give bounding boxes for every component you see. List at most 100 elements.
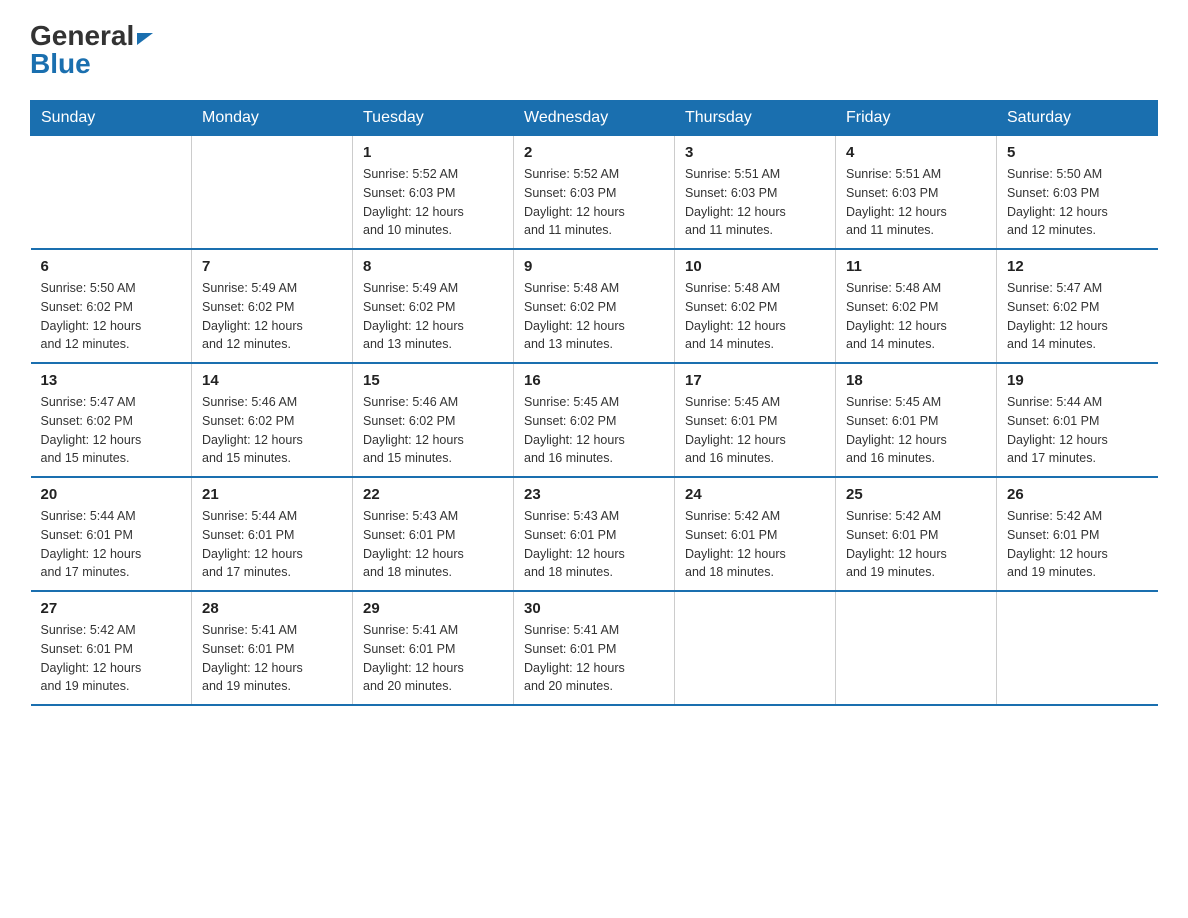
header-cell-friday: Friday bbox=[836, 101, 997, 136]
day-number: 22 bbox=[363, 486, 503, 503]
day-cell: 14Sunrise: 5:46 AM Sunset: 6:02 PM Dayli… bbox=[192, 363, 353, 477]
day-number: 24 bbox=[685, 486, 825, 503]
week-row-1: 1 Sunrise: 5:52 AM Sunset: 6:03 PM Daylig… bbox=[31, 136, 1158, 250]
calendar-table: SundayMondayTuesdayWednesdayThursdayFrid… bbox=[30, 100, 1158, 706]
day-cell: 4 Sunrise: 5:51 AM Sunset: 6:03 PM Daylig… bbox=[836, 136, 997, 250]
day-cell: 9 Sunrise: 5:48 AM Sunset: 6:02 PM Daylig… bbox=[514, 249, 675, 363]
day-number: 11 bbox=[846, 258, 986, 275]
day-cell: 18Sunrise: 5:45 AM Sunset: 6:01 PM Dayli… bbox=[836, 363, 997, 477]
day-number: 19 bbox=[1007, 372, 1148, 389]
day-number: 20 bbox=[41, 486, 182, 503]
day-cell bbox=[997, 591, 1158, 705]
day-info: Sunrise: 5:47 AM Sunset: 6:02 PM Dayligh… bbox=[41, 393, 182, 468]
day-cell: 3 Sunrise: 5:51 AM Sunset: 6:03 PM Daylig… bbox=[675, 136, 836, 250]
day-cell bbox=[836, 591, 997, 705]
day-info: Sunrise: 5:52 AM Sunset: 6:03 PM Dayligh… bbox=[524, 165, 664, 240]
day-number: 30 bbox=[524, 600, 664, 617]
day-cell: 26 Sunrise: 5:42 AM Sunset: 6:01 PM Dayli… bbox=[997, 477, 1158, 591]
day-number: 13 bbox=[41, 372, 182, 389]
day-cell: 28 Sunrise: 5:41 AM Sunset: 6:01 PM Dayli… bbox=[192, 591, 353, 705]
day-number: 1 bbox=[363, 144, 503, 161]
day-cell: 20 Sunrise: 5:44 AM Sunset: 6:01 PM Dayli… bbox=[31, 477, 192, 591]
day-info: Sunrise: 5:48 AM Sunset: 6:02 PM Dayligh… bbox=[685, 279, 825, 354]
day-info: Sunrise: 5:45 AM Sunset: 6:02 PM Dayligh… bbox=[524, 393, 664, 468]
calendar-header-row: SundayMondayTuesdayWednesdayThursdayFrid… bbox=[31, 101, 1158, 136]
day-number: 18 bbox=[846, 372, 986, 389]
logo: General Blue bbox=[30, 20, 153, 80]
week-row-2: 6 Sunrise: 5:50 AM Sunset: 6:02 PM Daylig… bbox=[31, 249, 1158, 363]
day-info: Sunrise: 5:51 AM Sunset: 6:03 PM Dayligh… bbox=[846, 165, 986, 240]
day-cell: 27Sunrise: 5:42 AM Sunset: 6:01 PM Dayli… bbox=[31, 591, 192, 705]
day-info: Sunrise: 5:43 AM Sunset: 6:01 PM Dayligh… bbox=[363, 507, 503, 582]
day-number: 6 bbox=[41, 258, 182, 275]
day-info: Sunrise: 5:42 AM Sunset: 6:01 PM Dayligh… bbox=[846, 507, 986, 582]
day-info: Sunrise: 5:50 AM Sunset: 6:03 PM Dayligh… bbox=[1007, 165, 1148, 240]
day-info: Sunrise: 5:42 AM Sunset: 6:01 PM Dayligh… bbox=[1007, 507, 1148, 582]
day-cell: 11 Sunrise: 5:48 AM Sunset: 6:02 PM Dayli… bbox=[836, 249, 997, 363]
day-cell: 10 Sunrise: 5:48 AM Sunset: 6:02 PM Dayli… bbox=[675, 249, 836, 363]
day-cell: 13 Sunrise: 5:47 AM Sunset: 6:02 PM Dayli… bbox=[31, 363, 192, 477]
day-number: 4 bbox=[846, 144, 986, 161]
day-cell: 23 Sunrise: 5:43 AM Sunset: 6:01 PM Dayli… bbox=[514, 477, 675, 591]
week-row-4: 20 Sunrise: 5:44 AM Sunset: 6:01 PM Dayli… bbox=[31, 477, 1158, 591]
day-number: 3 bbox=[685, 144, 825, 161]
day-cell: 17 Sunrise: 5:45 AM Sunset: 6:01 PM Dayli… bbox=[675, 363, 836, 477]
day-cell: 25 Sunrise: 5:42 AM Sunset: 6:01 PM Dayli… bbox=[836, 477, 997, 591]
day-info: Sunrise: 5:41 AM Sunset: 6:01 PM Dayligh… bbox=[363, 621, 503, 696]
day-number: 25 bbox=[846, 486, 986, 503]
day-number: 17 bbox=[685, 372, 825, 389]
day-info: Sunrise: 5:49 AM Sunset: 6:02 PM Dayligh… bbox=[202, 279, 342, 354]
day-number: 26 bbox=[1007, 486, 1148, 503]
day-cell: 22 Sunrise: 5:43 AM Sunset: 6:01 PM Dayli… bbox=[353, 477, 514, 591]
day-number: 10 bbox=[685, 258, 825, 275]
day-number: 21 bbox=[202, 486, 342, 503]
day-info: Sunrise: 5:42 AM Sunset: 6:01 PM Dayligh… bbox=[685, 507, 825, 582]
day-cell: 29 Sunrise: 5:41 AM Sunset: 6:01 PM Dayli… bbox=[353, 591, 514, 705]
day-cell: 5 Sunrise: 5:50 AM Sunset: 6:03 PM Daylig… bbox=[997, 136, 1158, 250]
day-cell: 16 Sunrise: 5:45 AM Sunset: 6:02 PM Dayli… bbox=[514, 363, 675, 477]
day-cell: 24 Sunrise: 5:42 AM Sunset: 6:01 PM Dayli… bbox=[675, 477, 836, 591]
day-number: 12 bbox=[1007, 258, 1148, 275]
day-info: Sunrise: 5:48 AM Sunset: 6:02 PM Dayligh… bbox=[524, 279, 664, 354]
page-header: General Blue bbox=[30, 20, 1158, 80]
day-number: 15 bbox=[363, 372, 503, 389]
day-number: 14 bbox=[202, 372, 342, 389]
day-cell: 30 Sunrise: 5:41 AM Sunset: 6:01 PM Dayli… bbox=[514, 591, 675, 705]
day-cell: 8Sunrise: 5:49 AM Sunset: 6:02 PM Daylig… bbox=[353, 249, 514, 363]
day-info: Sunrise: 5:51 AM Sunset: 6:03 PM Dayligh… bbox=[685, 165, 825, 240]
header-cell-tuesday: Tuesday bbox=[353, 101, 514, 136]
day-number: 16 bbox=[524, 372, 664, 389]
day-number: 2 bbox=[524, 144, 664, 161]
day-cell: 1 Sunrise: 5:52 AM Sunset: 6:03 PM Daylig… bbox=[353, 136, 514, 250]
day-info: Sunrise: 5:48 AM Sunset: 6:02 PM Dayligh… bbox=[846, 279, 986, 354]
logo-blue-text: Blue bbox=[30, 48, 153, 80]
day-cell: 12 Sunrise: 5:47 AM Sunset: 6:02 PM Dayli… bbox=[997, 249, 1158, 363]
day-cell: 6 Sunrise: 5:50 AM Sunset: 6:02 PM Daylig… bbox=[31, 249, 192, 363]
week-row-5: 27Sunrise: 5:42 AM Sunset: 6:01 PM Dayli… bbox=[31, 591, 1158, 705]
day-info: Sunrise: 5:43 AM Sunset: 6:01 PM Dayligh… bbox=[524, 507, 664, 582]
header-cell-monday: Monday bbox=[192, 101, 353, 136]
day-number: 28 bbox=[202, 600, 342, 617]
day-number: 5 bbox=[1007, 144, 1148, 161]
day-cell bbox=[192, 136, 353, 250]
day-info: Sunrise: 5:45 AM Sunset: 6:01 PM Dayligh… bbox=[685, 393, 825, 468]
day-cell: 2 Sunrise: 5:52 AM Sunset: 6:03 PM Daylig… bbox=[514, 136, 675, 250]
day-cell bbox=[31, 136, 192, 250]
day-info: Sunrise: 5:46 AM Sunset: 6:02 PM Dayligh… bbox=[363, 393, 503, 468]
day-info: Sunrise: 5:44 AM Sunset: 6:01 PM Dayligh… bbox=[41, 507, 182, 582]
header-cell-sunday: Sunday bbox=[31, 101, 192, 136]
day-number: 9 bbox=[524, 258, 664, 275]
day-info: Sunrise: 5:47 AM Sunset: 6:02 PM Dayligh… bbox=[1007, 279, 1148, 354]
day-number: 29 bbox=[363, 600, 503, 617]
day-info: Sunrise: 5:52 AM Sunset: 6:03 PM Dayligh… bbox=[363, 165, 503, 240]
header-cell-saturday: Saturday bbox=[997, 101, 1158, 136]
day-info: Sunrise: 5:41 AM Sunset: 6:01 PM Dayligh… bbox=[524, 621, 664, 696]
day-number: 23 bbox=[524, 486, 664, 503]
day-info: Sunrise: 5:50 AM Sunset: 6:02 PM Dayligh… bbox=[41, 279, 182, 354]
day-cell: 19Sunrise: 5:44 AM Sunset: 6:01 PM Dayli… bbox=[997, 363, 1158, 477]
day-cell: 21Sunrise: 5:44 AM Sunset: 6:01 PM Dayli… bbox=[192, 477, 353, 591]
day-info: Sunrise: 5:41 AM Sunset: 6:01 PM Dayligh… bbox=[202, 621, 342, 696]
day-number: 8 bbox=[363, 258, 503, 275]
week-row-3: 13 Sunrise: 5:47 AM Sunset: 6:02 PM Dayli… bbox=[31, 363, 1158, 477]
day-number: 7 bbox=[202, 258, 342, 275]
